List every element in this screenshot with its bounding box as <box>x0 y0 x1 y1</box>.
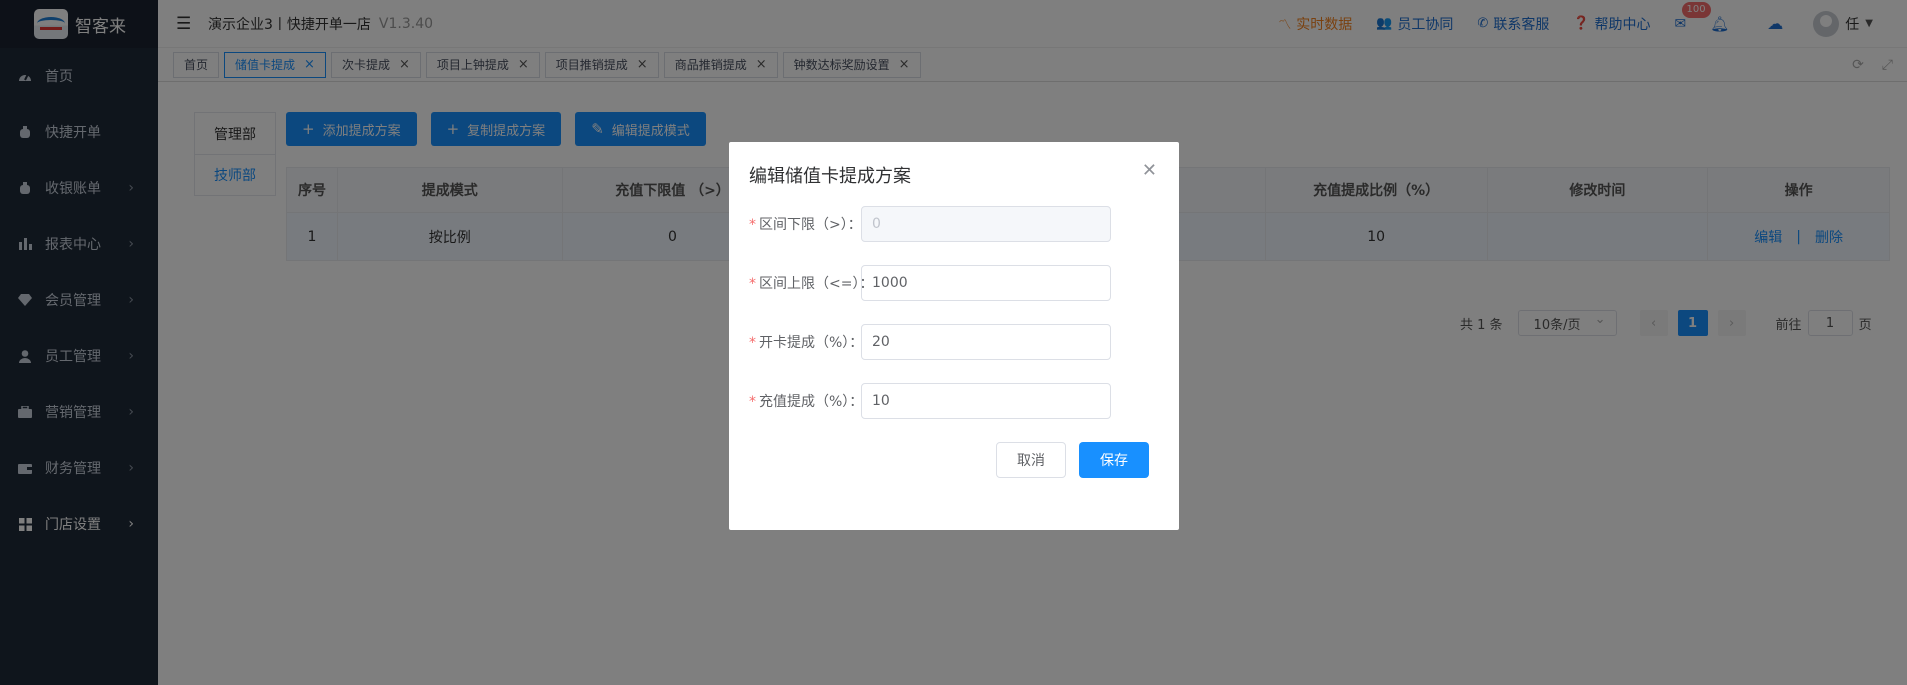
field-label: * 区间上限（<=）： <box>749 273 873 293</box>
required-mark: * <box>749 276 756 292</box>
dialog-title: 编辑储值卡提成方案 <box>749 166 911 187</box>
save-button[interactable]: 保存 <box>1079 442 1149 478</box>
lower-bound-input: 0 <box>861 206 1111 242</box>
upper-bound-input[interactable]: 1000 <box>861 265 1111 301</box>
cancel-button[interactable]: 取消 <box>996 442 1066 478</box>
form-row-lower-bound: * 区间下限（>）： 0 <box>749 206 1159 242</box>
close-icon[interactable]: ✕ <box>1142 160 1157 181</box>
label-text: 充值提成（%）： <box>759 394 864 410</box>
edit-plan-dialog: 编辑储值卡提成方案 ✕ * 区间下限（>）： 0 * 区间上限（<=）： 1000 … <box>729 142 1179 530</box>
required-mark: * <box>749 335 756 351</box>
field-label: * 区间下限（>）： <box>749 214 862 234</box>
form-row-upper-bound: * 区间上限（<=）： 1000 <box>749 265 1159 301</box>
field-label: * 充值提成（%）： <box>749 391 863 411</box>
label-text: 区间下限（>）： <box>759 217 862 233</box>
open-card-commission-input[interactable]: 20 <box>861 324 1111 360</box>
field-label: * 开卡提成（%）： <box>749 332 863 352</box>
required-mark: * <box>749 217 756 233</box>
label-text: 区间上限（<=）： <box>759 276 874 292</box>
recharge-commission-input[interactable]: 10 <box>861 383 1111 419</box>
label-text: 开卡提成（%）： <box>759 335 864 351</box>
form-row-open-card-commission: * 开卡提成（%）： 20 <box>749 324 1159 360</box>
form-row-recharge-commission: * 充值提成（%）： 10 <box>749 383 1159 419</box>
required-mark: * <box>749 394 756 410</box>
